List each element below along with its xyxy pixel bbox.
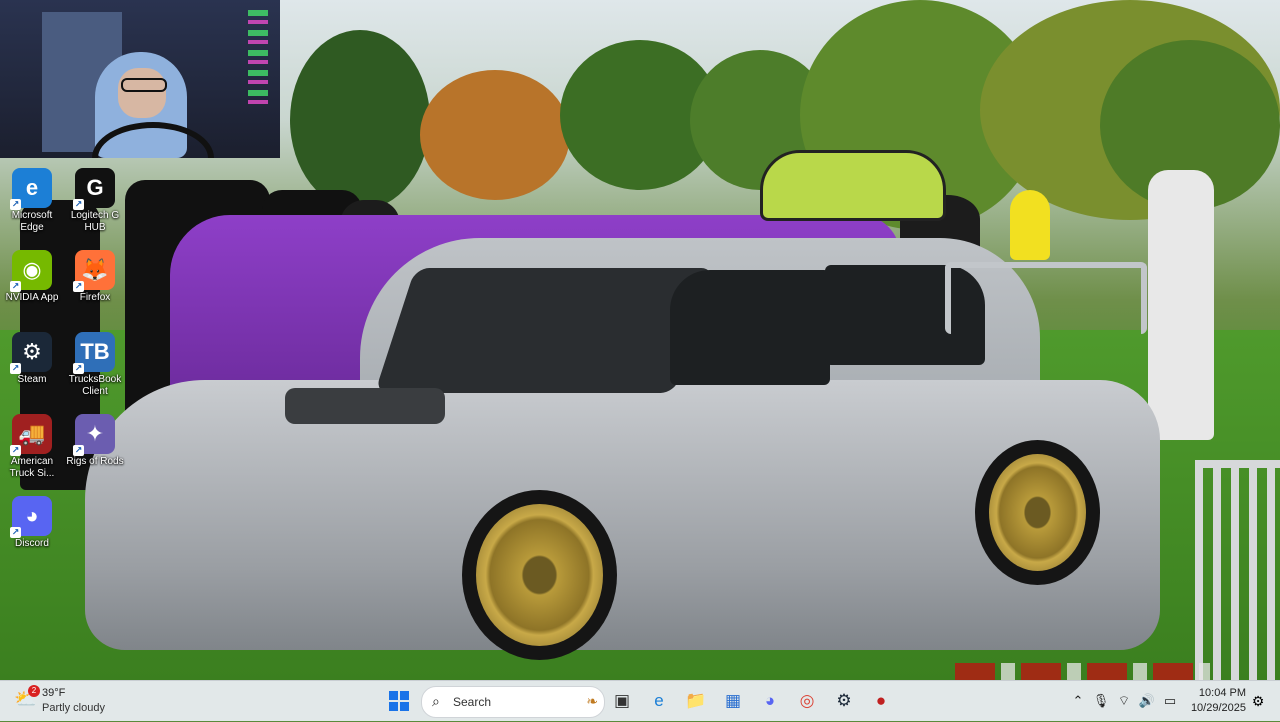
logitech-icon: G ↗ xyxy=(73,168,115,210)
desktop-icon[interactable]: ⚙ ↗ Steam xyxy=(0,332,64,386)
edge-icon: e ↗ xyxy=(10,168,52,210)
weather-temperature: 39°F xyxy=(42,687,66,699)
start-button[interactable] xyxy=(383,685,415,717)
rigs-of-rods-icon: ✦ ↗ xyxy=(73,414,115,456)
steam-icon: ⚙ ↗ xyxy=(10,332,52,374)
desktop-icon-label: Microsoft Edge xyxy=(11,210,53,233)
desktop-icon[interactable]: ◉ ↗ NVIDIA App xyxy=(0,250,64,304)
shortcut-arrow-icon: ↗ xyxy=(10,445,21,456)
wifi-icon[interactable]: ⌔ xyxy=(1114,691,1134,711)
battery-icon[interactable]: ▭ xyxy=(1160,691,1180,711)
shortcut-arrow-icon: ↗ xyxy=(10,363,21,374)
app-icon: ● xyxy=(875,691,887,710)
webcam-overlay xyxy=(0,0,280,158)
chrome-icon: ◎ xyxy=(799,691,815,710)
clock-date: 10/29/2025 xyxy=(1190,702,1246,714)
desktop-icon[interactable]: TB ↗ TrucksBook Client xyxy=(63,332,127,398)
desktop-icon[interactable]: ✦ ↗ Rigs of Rods xyxy=(63,414,127,468)
desktop-icon-label: Steam xyxy=(17,374,47,385)
taskbar-app-button[interactable]: ◎ xyxy=(791,685,823,717)
firefox-icon: 🦊 ↗ xyxy=(73,250,115,292)
shortcut-arrow-icon: ↗ xyxy=(73,445,84,456)
search-highlight-icon: ❧ xyxy=(586,693,598,709)
shortcut-arrow-icon: ↗ xyxy=(73,281,84,292)
taskbar-app-button[interactable]: ◕ xyxy=(754,685,786,717)
search-label: Search xyxy=(453,695,492,709)
discord-icon: ◕ xyxy=(764,691,776,710)
taskbar-app-button[interactable]: ● xyxy=(865,685,897,717)
desktop-icon[interactable]: 🚚 ↗ American Truck Si... xyxy=(0,414,64,480)
search-icon: ⌕ xyxy=(432,693,440,709)
ats-icon: 🚚 ↗ xyxy=(10,414,52,456)
volume-icon[interactable]: 🔊 xyxy=(1137,691,1157,711)
search-box[interactable]: ⌕ Search ❧ xyxy=(421,686,605,718)
shortcut-arrow-icon: ↗ xyxy=(73,363,84,374)
microsoft-store-icon: ▦ xyxy=(724,691,742,710)
chevron-up-icon[interactable]: ⌃ xyxy=(1068,691,1088,711)
desktop-icon[interactable]: G ↗ Logitech G HUB xyxy=(63,168,127,234)
weather-badge: 2 xyxy=(28,685,40,697)
discord-icon: ◕ ↗ xyxy=(10,496,52,538)
shortcut-arrow-icon: ↗ xyxy=(10,527,21,538)
task-view-icon: ▣ xyxy=(613,691,631,710)
windows-start-icon xyxy=(389,691,409,711)
weather-widget[interactable]: ⛅ 2 39°F Partly cloudy xyxy=(14,685,154,717)
steam-icon: ⚙ xyxy=(836,691,852,710)
nvidia-icon: ◉ ↗ xyxy=(10,250,52,292)
notification-bell-icon: ⚙ xyxy=(1251,693,1265,709)
desktop-icon-label: NVIDIA App xyxy=(5,292,59,303)
edge-icon: e xyxy=(654,691,664,710)
taskbar-app-button[interactable]: 📁 xyxy=(680,685,712,717)
desktop-icon-label: American Truck Si... xyxy=(9,456,55,479)
desktop-icon[interactable]: 🦊 ↗ Firefox xyxy=(63,250,127,304)
desktop-icon[interactable]: ◕ ↗ Discord xyxy=(0,496,64,550)
taskbar-app-button[interactable]: e xyxy=(643,685,675,717)
clock-time: 10:04 PM xyxy=(1198,687,1246,699)
clock[interactable]: 10:04 PM 10/29/2025 xyxy=(1190,686,1246,716)
desktop-icon-label: Rigs of Rods xyxy=(66,456,124,467)
microphone-icon[interactable]: 🎙 xyxy=(1091,691,1111,711)
taskbar-app-button[interactable]: ▣ xyxy=(606,685,638,717)
shortcut-arrow-icon: ↗ xyxy=(10,199,21,210)
weather-condition: Partly cloudy xyxy=(42,702,105,714)
taskbar-app-button[interactable]: ▦ xyxy=(717,685,749,717)
notifications-button[interactable]: ⚙ xyxy=(1248,685,1268,717)
desktop-icon[interactable]: e ↗ Microsoft Edge xyxy=(0,168,64,234)
taskbar: ⛅ 2 39°F Partly cloudy ⌕ Search ❧ ▣ e 📁 ▦ ◕ ◎… xyxy=(0,680,1280,721)
desktop-icon-label: Firefox xyxy=(79,292,111,303)
shortcut-arrow-icon: ↗ xyxy=(73,199,84,210)
taskbar-app-button[interactable]: ⚙ xyxy=(828,685,860,717)
desktop-icon-label: TrucksBook Client xyxy=(68,374,122,397)
trucksbook-icon: TB ↗ xyxy=(73,332,115,374)
shortcut-arrow-icon: ↗ xyxy=(10,281,21,292)
desktop-icon-label: Logitech G HUB xyxy=(70,210,120,233)
file-explorer-icon: 📁 xyxy=(685,691,707,710)
desktop-icon-label: Discord xyxy=(15,538,49,549)
